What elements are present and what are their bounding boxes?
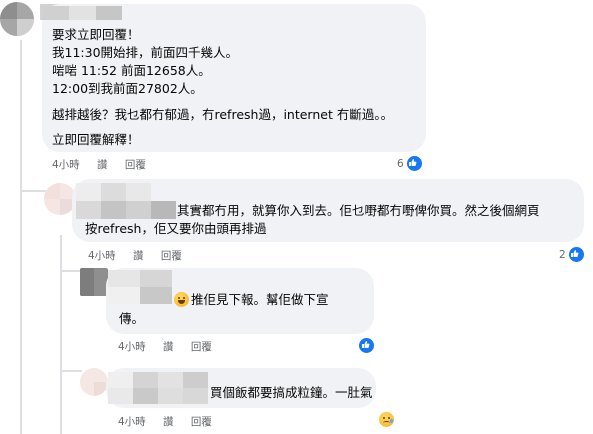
comment-text: 12:00到我前面27802人。: [52, 81, 203, 96]
reply-button[interactable]: 回覆: [191, 341, 212, 353]
comment-meta: 4小時 讚 回覆: [118, 339, 226, 354]
timestamp[interactable]: 4小時: [88, 250, 116, 262]
comment-text: 要求立即回覆！: [52, 27, 140, 42]
comment-text: 買個飯都要搞成粒鐘。一肚氣: [210, 385, 373, 400]
comment-meta: 4小時 讚 回覆: [118, 414, 226, 429]
redacted-name[interactable]: [108, 270, 172, 304]
comment-meta: 4小時 讚 回覆: [52, 157, 160, 172]
like-button[interactable]: 讚: [97, 159, 108, 171]
reaction-summary[interactable]: [356, 337, 375, 354]
reaction-summary[interactable]: 6: [397, 155, 423, 172]
thread-line: [60, 235, 62, 434]
comment-text: 我11:30開始排，前面四千幾人。: [52, 45, 239, 60]
comment-text: 其實都冇用，就算你入到去。佢乜嘢都冇嘢俾你買。然之後個網頁: [177, 203, 540, 218]
like-button[interactable]: 讚: [163, 416, 174, 428]
avatar[interactable]: [80, 268, 108, 296]
redacted-name[interactable]: [42, 6, 122, 20]
reply-button[interactable]: 回覆: [125, 159, 146, 171]
thread-connector: [60, 270, 82, 272]
comment-text: 傳。: [119, 311, 145, 326]
thread-connector: [60, 370, 82, 372]
redacted-name[interactable]: [76, 183, 176, 219]
comment-text: 啱啱 11:52 前面12658人。: [52, 63, 211, 78]
avatar[interactable]: [80, 368, 108, 396]
timestamp[interactable]: 4小時: [118, 416, 146, 428]
like-icon: [405, 155, 423, 172]
grin-sweat-emoji: [174, 292, 189, 307]
like-button[interactable]: 讚: [163, 341, 174, 353]
like-icon: [358, 337, 375, 354]
reaction-count: 6: [397, 157, 404, 170]
like-icon: [567, 246, 585, 263]
reply-button[interactable]: 回覆: [191, 416, 212, 428]
thread-connector: [20, 190, 46, 192]
comment-text: 按refresh，佢又要你由頭再排過: [85, 221, 267, 236]
comment-meta: 4小時 讚 回覆: [88, 248, 196, 263]
comment-text: 立即回覆解釋！: [52, 132, 140, 147]
timestamp[interactable]: 4小時: [52, 159, 80, 171]
sad-emoji: [379, 412, 394, 427]
reply-button[interactable]: 回覆: [161, 250, 182, 262]
comment-text: 越排越後？我乜都冇郁過，冇refresh過，internet 冇斷過。。: [52, 107, 394, 122]
timestamp[interactable]: 4小時: [118, 341, 146, 353]
like-button[interactable]: 讚: [133, 250, 144, 262]
thread-line: [20, 40, 22, 434]
reaction-count: 2: [559, 248, 566, 261]
avatar[interactable]: [0, 2, 34, 36]
comment-text: 推佢見下報。幫佢做下宣: [191, 292, 329, 307]
redacted-name[interactable]: [108, 372, 208, 404]
reaction-summary[interactable]: [377, 412, 394, 427]
reaction-summary[interactable]: 2: [559, 246, 585, 263]
